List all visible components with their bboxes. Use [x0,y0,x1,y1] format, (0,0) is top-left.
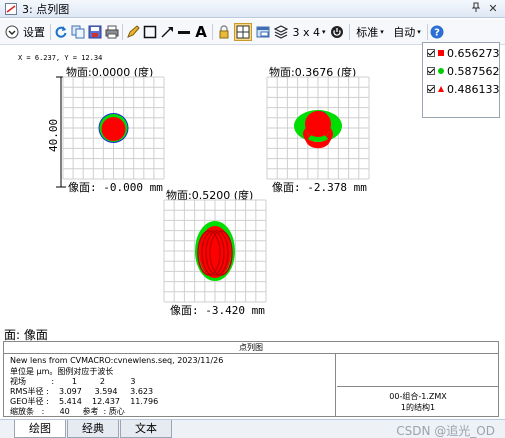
standard-dropdown[interactable]: 标准 ▾ [352,23,388,41]
text-icon[interactable]: A [193,23,209,41]
panel-2-caption: 像面: -2.378 mm [272,181,367,194]
window-title: 3: 点列图 [22,2,70,16]
info-side-line-1: 00-组合-1.ZMX [389,392,447,401]
toolbar-separator [122,24,123,40]
info-header: 点列图 [4,342,498,354]
save-icon[interactable] [87,23,103,41]
spot-panel-2 [266,76,370,180]
dropdown-arrow-icon: ▾ [321,28,326,36]
standard-label: 标准 [356,26,379,39]
circle-marker-icon [438,68,444,74]
pencil-icon[interactable] [125,23,141,41]
auto-label: 自动 [393,26,416,39]
tab-bar: 绘图 经典 文本 CSDN @追光_OD [0,419,505,438]
help-icon[interactable]: ? [429,23,445,41]
legend-value-3: 0.486133 [447,82,500,96]
watermark: CSDN @追光_OD [396,424,495,438]
layers-icon[interactable] [273,23,289,41]
grid-select-icon[interactable] [234,23,252,41]
legend-checkbox-2[interactable] [427,67,435,75]
toolbar-separator [349,24,350,40]
cursor-readout: X = 6.237, Y = 12.34 [18,54,103,62]
scale-bar-label: 40.00 [47,118,60,152]
layout-label: 3 x 4 [292,25,320,39]
info-side-block: 00-组合-1.ZMX 1的结构1 [337,386,499,416]
arrow-icon[interactable] [159,23,175,41]
copy-icon[interactable] [70,23,86,41]
info-side: 00-组合-1.ZMX 1的结构1 [337,354,499,416]
legend-checkbox-3[interactable] [427,85,435,93]
layout-dropdown[interactable]: 3 x 4 ▾ [292,23,326,41]
rectangle-icon[interactable] [142,23,158,41]
info-table: 点列图 New lens from CVMACRO:cvnewlens.seq,… [3,341,499,417]
toolbar-separator [50,24,51,40]
info-body: New lens from CVMACRO:cvnewlens.seq, 202… [4,354,336,416]
print-icon[interactable] [104,23,120,41]
app-icon [5,2,17,15]
window-icon[interactable] [255,23,271,41]
refresh-icon[interactable] [53,23,69,41]
auto-dropdown[interactable]: 自动 ▾ [389,23,425,41]
info-line-6: 缩放条 : 40 参考 : 质心 [10,407,125,416]
pin-icon[interactable] [469,2,483,16]
power-icon[interactable] [329,23,345,41]
title-bar: 3: 点列图 ✕ [0,0,505,18]
spot-red [101,117,126,141]
spot-panel-3 [163,199,267,303]
info-side-line-2: 1的结构1 [400,403,436,412]
settings-button[interactable]: 设置 [21,23,47,41]
dropdown-arrow-icon: ▾ [380,28,384,36]
legend-item-1[interactable]: 0.656273 [427,44,500,62]
legend-value-1: 0.656273 [447,46,500,60]
chevron-circle-icon[interactable] [4,23,20,41]
legend-checkbox-1[interactable] [427,49,435,57]
panel-3-caption: 像面: -3.420 mm [170,304,265,317]
panel-1-caption: 像面: -0.000 mm [68,181,163,194]
toolbar-separator [212,24,213,40]
tab-text[interactable]: 文本 [120,420,172,438]
tab-classic[interactable]: 经典 [67,420,119,438]
legend-item-3[interactable]: 0.486133 [427,80,500,98]
lock-icon[interactable] [216,23,232,41]
line-icon[interactable] [176,23,192,41]
wavelength-legend: 0.656273 0.587562 0.486133 [422,42,500,118]
toolbar-separator [427,24,428,40]
triangle-marker-icon [438,86,444,92]
close-icon[interactable]: ✕ [486,2,500,16]
legend-item-2[interactable]: 0.587562 [427,62,500,80]
tab-plot[interactable]: 绘图 [14,420,66,438]
square-marker-icon [438,50,444,56]
spot-panel-1 [62,76,165,180]
info-line-1: New lens from CVMACRO:cvnewlens.seq, 202… [10,356,224,365]
legend-value-2: 0.587562 [447,64,500,78]
svg-text:?: ? [434,28,440,39]
dropdown-arrow-icon: ▾ [417,28,421,36]
